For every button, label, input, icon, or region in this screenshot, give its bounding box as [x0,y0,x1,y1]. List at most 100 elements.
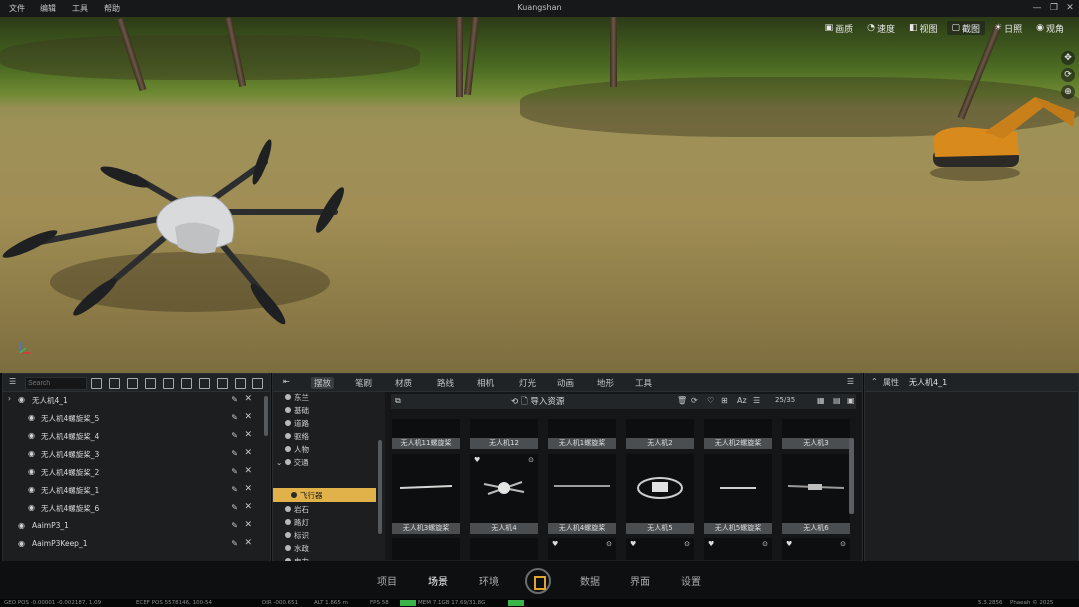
layout-icon[interactable] [217,378,228,389]
tree-row[interactable]: ◉ 无人机4螺旋桨_4 ✎ ✕ [3,428,260,446]
nav-data[interactable]: 数据 [580,573,600,588]
tree-row[interactable]: ◉ 无人机4螺旋桨_5 ✎ ✕ [3,410,260,428]
nav-interface[interactable]: 界面 [630,573,650,588]
tree-row[interactable]: ◉ 无人机4螺旋桨_6 ✎ ✕ [3,500,260,518]
3d-viewport[interactable]: ▣ 画质 ◔ 速度 ◧ 视图 ▢ 截图 ☀ 日照 ◉ 观角 ✥ ⟳ ⊕ [0,17,1079,373]
film-icon[interactable] [163,378,174,389]
asset-card[interactable]: ♥ ⊙ [782,538,850,560]
orbit-tool-icon[interactable]: ⟳ [1061,68,1075,82]
tab-light[interactable]: 灯光 [519,377,536,389]
delete-icon[interactable]: ✕ [244,538,252,548]
edit-icon[interactable]: ✎ [231,431,238,440]
asset-card[interactable] [470,538,538,560]
asset-card[interactable]: ♥ ⊙ 无人机4 [470,454,538,534]
tree-item-selected[interactable]: 飞行器 [291,490,323,501]
delete-icon[interactable]: ✕ [244,502,252,512]
outliner-scrollbar[interactable] [264,396,268,436]
asset-card[interactable]: 无人机1螺旋桨 [548,419,616,449]
tree-item[interactable]: 道路 [285,418,309,429]
tree-scrollbar[interactable] [378,440,382,534]
asset-card[interactable]: 无人机11螺旋桨 [392,419,460,449]
visibility-icon[interactable]: ◉ [28,413,37,422]
asset-card[interactable]: 无人机5 [626,454,694,534]
tree-item[interactable]: 水政 [285,543,309,554]
sunlight-button[interactable]: ☀ 日照 [989,21,1027,35]
edit-icon[interactable]: ✎ [231,539,238,548]
asset-card[interactable]: 无人机3螺旋桨 [392,454,460,534]
edit-icon[interactable]: ✎ [231,467,238,476]
asset-card[interactable] [392,538,460,560]
info-icon[interactable]: ⊙ [528,456,534,464]
tree-row[interactable]: ◉ 无人机4螺旋桨_2 ✎ ✕ [3,464,260,482]
delete-icon[interactable]: ✕ [244,394,252,404]
list-view-icon[interactable]: ▦ [817,396,825,405]
tree-item[interactable]: 人物 [285,444,309,455]
favorite-icon[interactable]: ♡ [707,396,714,405]
expand-icon[interactable] [181,378,192,389]
asset-grid-scrollbar[interactable] [849,438,854,514]
visibility-icon[interactable]: ◉ [18,539,27,548]
nav-settings[interactable]: 设置 [681,573,701,588]
grid-view-icon[interactable]: ▤ [833,396,841,405]
refresh-icon[interactable] [91,378,102,389]
filter-icon[interactable] [109,378,120,389]
tree-item[interactable]: 路灯 [285,517,309,528]
edit-icon[interactable]: ✎ [231,485,238,494]
nav-project[interactable]: 项目 [377,573,397,588]
view-button[interactable]: ◧ 视图 [904,21,943,35]
delete-icon[interactable]: ✕ [244,466,252,476]
asset-card[interactable]: 无人机3 [782,419,850,449]
delete-icon[interactable]: ✕ [244,484,252,494]
camera-icon[interactable] [145,378,156,389]
collapse-icon[interactable]: ☰ [9,377,16,386]
edit-icon[interactable]: ✎ [231,503,238,512]
nav-scene[interactable]: 场景 [428,573,448,588]
edit-icon[interactable]: ✎ [231,521,238,530]
tab-route[interactable]: 路线 [437,377,454,389]
visibility-icon[interactable]: ◉ [18,521,27,530]
delete-icon[interactable]: ✕ [244,412,252,422]
frame-icon[interactable] [127,378,138,389]
tree-row[interactable]: ◉ 无人机4螺旋桨_3 ✎ ✕ [3,446,260,464]
tree-row[interactable]: ◉ AaimP3Keep_1 ✎ ✕ [3,536,260,554]
tab-brush[interactable]: 笔刷 [355,377,372,389]
edit-icon[interactable]: ✎ [231,395,238,404]
move-tool-icon[interactable]: ✥ [1061,51,1075,65]
panel-menu-icon[interactable] [252,378,263,389]
visibility-icon[interactable]: ◉ [28,503,37,512]
delete-icon[interactable]: 🗑 [677,396,687,405]
tab-terrain[interactable]: 地形 [597,377,614,389]
screenshot-button[interactable]: ▢ 截图 [946,21,986,35]
menu-icon[interactable]: ☰ [847,377,854,386]
delete-icon[interactable]: ✕ [244,448,252,458]
tab-camera[interactable]: 相机 [477,377,494,389]
edit-icon[interactable]: ✎ [231,413,238,422]
tree-item[interactable]: 标识 [285,530,309,541]
add-image-icon[interactable]: ⊞ [721,396,728,405]
visibility-icon[interactable]: ◉ [28,467,37,476]
asset-card[interactable]: ♥ ⊙ [704,538,772,560]
restore-icon[interactable]: ❐ [1048,2,1060,14]
asset-card[interactable]: 无人机6 [782,454,850,534]
asset-card[interactable]: ♥ ⊙ [626,538,694,560]
asset-card[interactable]: ♥ ⊙ [548,538,616,560]
asset-card[interactable]: 无人机5螺旋桨 [704,454,772,534]
delete-icon[interactable]: ✕ [244,520,252,530]
tree-item[interactable]: 基础 [285,405,309,416]
zoom-tool-icon[interactable]: ⊕ [1061,85,1075,99]
sort-icon[interactable]: ☰ [753,396,760,405]
delete-icon[interactable]: ✕ [244,430,252,440]
camera-angle-button[interactable]: ◉ 观角 [1031,21,1069,35]
close-icon[interactable]: ✕ [1064,2,1076,14]
tree-item[interactable]: ⌄ 交通 [276,457,309,468]
minimize-icon[interactable]: — [1031,2,1043,14]
edit-icon[interactable]: ✎ [231,449,238,458]
excavator-model[interactable] [925,87,1079,187]
tree-row[interactable]: › ◉ 无人机4_1 ✎ ✕ [3,392,260,410]
tab-material[interactable]: 材质 [395,377,412,389]
visibility-icon[interactable]: ◉ [28,449,37,458]
import-button[interactable]: ⟲ 🗋 导入资源 [511,395,564,410]
asset-card[interactable]: 无人机12 [470,419,538,449]
quality-button[interactable]: ▣ 画质 [820,21,859,35]
tree-item[interactable]: 驱络 [285,431,309,442]
